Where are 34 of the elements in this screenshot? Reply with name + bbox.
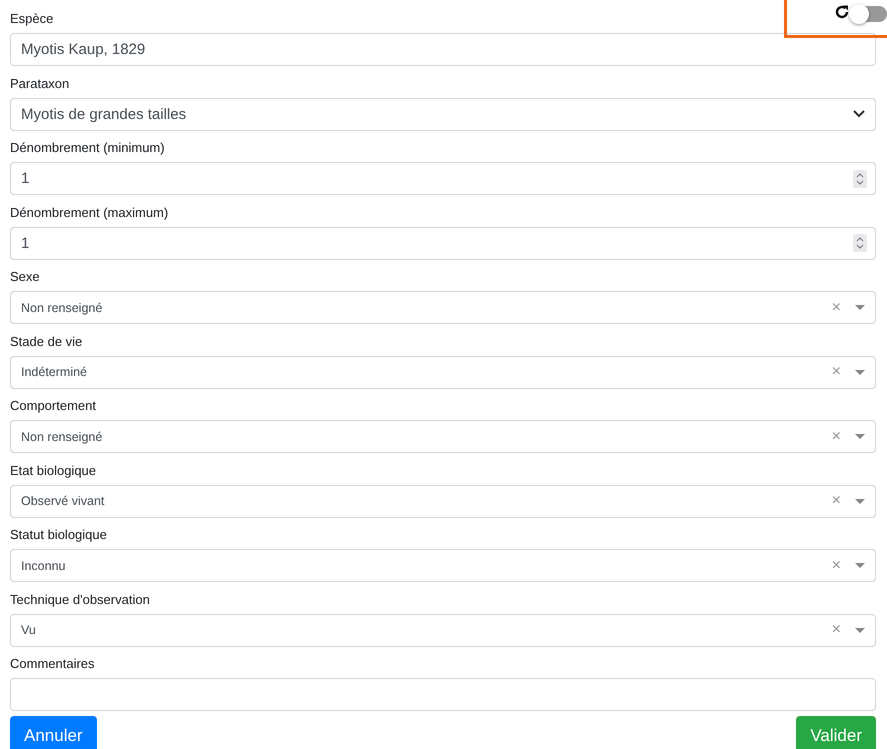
number-field[interactable]: 1 xyxy=(10,226,876,260)
field-label: Sexe xyxy=(10,268,40,286)
field-label: Espèce xyxy=(10,10,54,28)
number-field[interactable]: 1 xyxy=(10,162,876,195)
field-label: Etat biologique xyxy=(10,462,96,480)
spinner-icon[interactable] xyxy=(853,170,867,188)
text-field[interactable] xyxy=(10,678,876,711)
combo-field[interactable]: Non renseigné × xyxy=(10,420,876,453)
field-label: Statut biologique xyxy=(10,526,107,544)
field-label: Stade de vie xyxy=(10,332,82,350)
chevron-down-icon xyxy=(853,110,865,118)
text-field[interactable]: Myotis Kaup, 1829 xyxy=(10,33,876,66)
field-label: Dénombrement (maximum) xyxy=(10,204,168,222)
caret-down-icon xyxy=(855,498,865,504)
field-label: Commentaires xyxy=(10,655,95,673)
field-label: Technique d'observation xyxy=(10,590,150,609)
select-field[interactable]: Myotis de grandes tailles xyxy=(10,98,876,130)
caret-down-icon xyxy=(855,370,865,374)
combo-field[interactable]: Vu × xyxy=(10,614,876,646)
spinner-icon[interactable] xyxy=(853,234,867,252)
combo-field[interactable]: Non renseigné × xyxy=(10,291,876,324)
field-label: Dénombrement (minimum) xyxy=(10,139,165,157)
caret-down-icon xyxy=(855,305,865,310)
refresh-icon[interactable] xyxy=(834,4,850,20)
combo-field[interactable]: Observé vivant × xyxy=(10,484,876,518)
toggle-switch[interactable] xyxy=(852,6,887,22)
combo-field[interactable]: Inconnu × xyxy=(10,549,876,582)
field-label: Parataxon xyxy=(10,74,70,92)
caret-down-icon xyxy=(855,563,865,568)
caret-down-icon xyxy=(855,434,865,439)
field-label: Comportement xyxy=(10,397,96,415)
cancel-button[interactable]: Annuler xyxy=(10,716,97,749)
combo-field[interactable]: Indéterminé × xyxy=(10,356,876,388)
caret-down-icon xyxy=(855,628,865,632)
